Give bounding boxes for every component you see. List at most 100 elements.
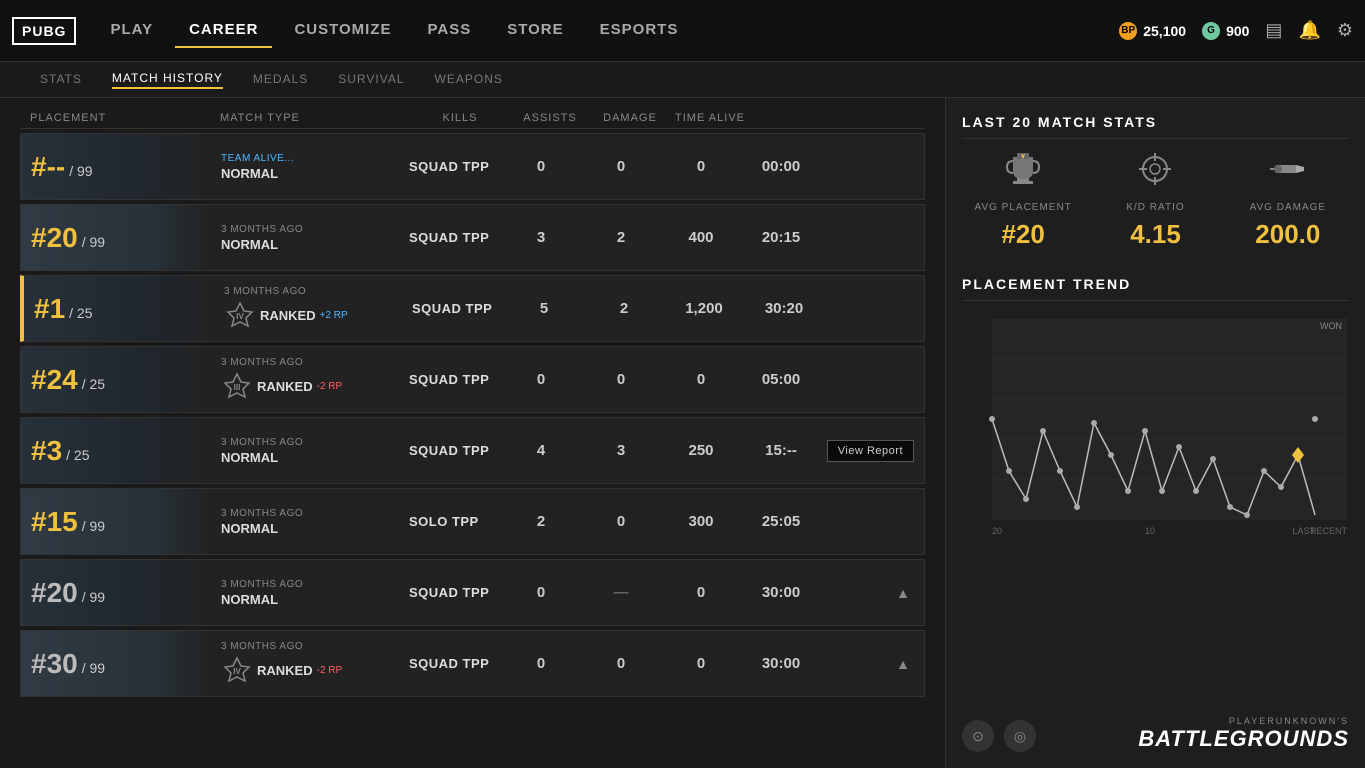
time-alive-cell: 05:00 [741,367,821,392]
table-row[interactable]: #30 / 99 3 MONTHS AGO IV RANKED -2 RP SQ… [20,630,925,697]
ranked-icon: III [221,370,253,402]
crosshair-icon [1135,149,1175,196]
placement-num: #1 [34,293,65,325]
placement-text: #15 / 99 [31,506,105,538]
ranked-icon: IV [224,299,256,331]
time-alive-cell: 30:20 [744,296,824,321]
damage-cell: 0 [661,367,741,392]
placement-cell: #24 / 25 [21,347,211,412]
placement-total: / 99 [82,660,105,676]
placement-text: #-- / 99 [31,151,93,183]
table-header: PLACEMENT MATCH TYPE KILLS ASSISTS DAMAG… [20,108,925,129]
table-row[interactable]: #20 / 99 3 MONTHS AGO NORMAL SQUAD TPP 3… [20,204,925,271]
placement-text: #20 / 99 [31,577,105,609]
col-time: TIME ALIVE [670,112,750,124]
stat-kd-ratio: K/D RATIO 4.15 [1094,149,1216,250]
match-type-label: SQUAD TPP [401,652,501,675]
nav-career[interactable]: CAREER [175,13,272,48]
bottom-icon-2[interactable]: ◎ [1004,720,1036,752]
placement-cell: #3 / 25 [21,418,211,483]
placement-trend: PLACEMENT TREND WON [962,276,1349,700]
sub-nav-survival[interactable]: SURVIVAL [338,72,404,88]
nav-esports[interactable]: ESPORTS [586,13,693,48]
damage-cell: 300 [661,509,741,534]
match-age: 3 MONTHS AGO [224,286,394,297]
nav-pass[interactable]: PASS [414,13,486,48]
table-row[interactable]: #1 / 25 3 MONTHS AGO IV RANKED +2 RP SQU… [20,275,925,342]
assists-cell: 0 [581,509,661,534]
match-age: TEAM ALIVE... [221,153,391,164]
match-age: 3 MONTHS AGO [221,641,391,652]
placement-num: #15 [31,506,78,538]
table-row[interactable]: #15 / 99 3 MONTHS AGO NORMAL SOLO TPP 2 … [20,488,925,555]
assists-cell: 0 [581,651,661,676]
svg-text:20: 20 [992,526,1002,536]
trend-svg: WON [962,309,1349,539]
svg-text:IV: IV [236,312,244,321]
placement-cell: #30 / 99 [21,631,211,696]
nav-store[interactable]: STORE [493,13,577,48]
bell-icon[interactable]: 🔔 [1298,20,1320,41]
table-row[interactable]: #-- / 99 TEAM ALIVE... NORMAL SQUAD TPP … [20,133,925,200]
placement-cell: #1 / 25 [24,276,214,341]
inventory-icon[interactable]: ▤ [1265,20,1282,41]
match-rp: -2 RP [317,665,343,676]
svg-text:10: 10 [1145,526,1155,536]
sub-nav-weapons[interactable]: WEAPONS [435,72,503,88]
damage-cell: 0 [661,651,741,676]
match-mode: NORMAL [221,166,391,181]
svg-text:III: III [234,383,241,392]
match-age: 3 MONTHS AGO [221,437,391,448]
settings-icon[interactable]: ⚙ [1337,20,1353,41]
match-type-cell: 3 MONTHS AGO IV RANKED +2 RP [214,278,404,339]
sub-nav-match-history[interactable]: MATCH HISTORY [112,71,223,89]
bp-currency: BP 25,100 [1119,22,1186,40]
kills-cell: 0 [501,367,581,392]
bottom-icons: ⊙ ◎ [962,720,1036,752]
sub-nav-stats[interactable]: STATS [40,72,82,88]
logo[interactable]: PUBG [12,17,76,45]
main-content: PLACEMENT MATCH TYPE KILLS ASSISTS DAMAG… [0,98,1365,768]
svg-text:WON: WON [1320,321,1342,331]
avg-placement-label: AVG PLACEMENT [975,202,1072,213]
match-type-cell: 3 MONTHS AGO NORMAL [211,429,401,473]
placement-num: #30 [31,648,78,680]
match-type-cell: 3 MONTHS AGO IV RANKED -2 RP [211,633,401,694]
placement-num: #20 [31,577,78,609]
kills-cell: 0 [501,580,581,605]
placement-total: / 99 [82,589,105,605]
stat-avg-placement: AVG PLACEMENT #20 [962,149,1084,250]
placement-num: #3 [31,435,62,467]
assists-cell: 0 [581,154,661,179]
nav-customize[interactable]: CUSTOMIZE [280,13,405,48]
placement-total: / 25 [69,305,92,321]
assists-cell: 3 [581,438,661,463]
table-row[interactable]: #20 / 99 3 MONTHS AGO NORMAL SQUAD TPP 0… [20,559,925,626]
table-row[interactable]: #3 / 25 3 MONTHS AGO NORMAL SQUAD TPP 4 … [20,417,925,484]
table-row[interactable]: #24 / 25 3 MONTHS AGO III RANKED -2 RP S… [20,346,925,413]
match-type-label: SQUAD TPP [401,226,501,249]
top-nav: PUBG PLAY CAREER CUSTOMIZE PASS STORE ES… [0,0,1365,62]
bottom-icon-1[interactable]: ⊙ [962,720,994,752]
match-type-label: SQUAD TPP [404,297,504,320]
sub-nav: STATS MATCH HISTORY MEDALS SURVIVAL WEAP… [0,62,1365,98]
trend-chart-container: WON [962,309,1349,544]
g-currency: G 900 [1202,22,1249,40]
match-mode: RANKED [257,379,313,394]
damage-cell: 1,200 [664,296,744,321]
view-report-button[interactable]: View Report [827,440,914,462]
nav-right: BP 25,100 G 900 ▤ 🔔 ⚙ [1119,20,1353,41]
placement-total: / 25 [82,376,105,392]
nav-play[interactable]: PLAY [96,13,167,48]
placement-num: #-- [31,151,65,183]
match-type-label: SQUAD TPP [401,581,501,604]
damage-cell: 250 [661,438,741,463]
sub-nav-medals[interactable]: MEDALS [253,72,308,88]
match-mode: RANKED [260,308,316,323]
bp-value: 25,100 [1143,23,1186,39]
time-alive-cell: 25:05 [741,509,821,534]
damage-cell: 0 [661,580,741,605]
time-alive-cell: 00:00 [741,154,821,179]
bottom-bar: ⊙ ◎ PLAYERUNKNOWN'S BATTLEGROUNDS [962,716,1349,752]
placement-text: #3 / 25 [31,435,90,467]
